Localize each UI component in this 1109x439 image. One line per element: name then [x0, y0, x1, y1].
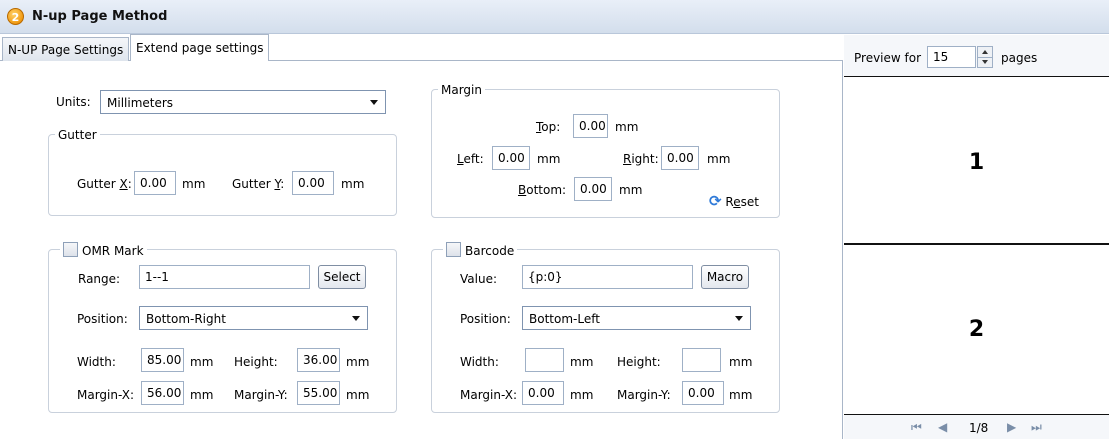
barcode-width-label: Width:	[460, 355, 499, 369]
page-indicator: 1/8	[969, 421, 989, 435]
refresh-icon: ⟳	[709, 192, 722, 210]
gutter-y-unit: mm	[341, 177, 365, 191]
omr-margin-x-label: Margin-X:	[77, 388, 134, 402]
preview-for-label: Preview for	[854, 51, 922, 65]
barcode-margin-x-input[interactable]: 0.00	[522, 381, 564, 405]
margin-top-input[interactable]: 0.00	[573, 114, 608, 138]
omr-mark-checkbox[interactable]	[63, 242, 78, 257]
chevron-down-icon	[370, 100, 378, 105]
barcode-position-label: Position:	[460, 312, 511, 326]
omr-margin-y-unit: mm	[346, 388, 370, 402]
omr-height-unit: mm	[346, 355, 370, 369]
margin-bottom-unit: mm	[619, 183, 643, 197]
omr-margin-x-input[interactable]: 56.00	[141, 381, 184, 405]
barcode-margin-y-unit: mm	[729, 388, 753, 402]
omr-width-input[interactable]: 85.00	[141, 348, 184, 372]
barcode-height-label: Height:	[617, 355, 661, 369]
margin-left-input[interactable]: 0.00	[492, 146, 530, 170]
reset-button[interactable]: ⟳ Reset	[709, 192, 759, 210]
first-page-icon[interactable]: ⏮	[911, 420, 922, 435]
barcode-title: Barcode	[443, 242, 518, 258]
chevron-down-icon	[735, 316, 743, 321]
barcode-margin-x-unit: mm	[570, 388, 594, 402]
margin-group-title: Margin	[438, 83, 485, 97]
window-title: N-up Page Method	[32, 9, 168, 24]
gutter-group-title: Gutter	[55, 128, 100, 142]
barcode-macro-button[interactable]: Macro	[701, 265, 749, 289]
omr-select-button[interactable]: Select	[318, 265, 366, 289]
omr-width-label: Width:	[77, 355, 116, 369]
spin-up-icon[interactable]	[982, 50, 988, 54]
omr-margin-x-unit: mm	[190, 388, 214, 402]
gutter-group	[48, 134, 397, 216]
stepper-divider	[978, 57, 992, 58]
margin-top-unit: mm	[615, 120, 639, 134]
barcode-margin-x-label: Margin-X:	[460, 388, 517, 402]
margin-right-label: Right:	[623, 152, 659, 166]
gutter-x-unit: mm	[182, 177, 206, 191]
barcode-margin-y-input[interactable]: 0.00	[682, 381, 724, 405]
margin-bottom-label: Bottom:	[518, 183, 567, 197]
omr-width-unit: mm	[190, 355, 214, 369]
omr-position-select[interactable]: Bottom-Right	[139, 306, 368, 330]
omr-range-input[interactable]: 1--1	[139, 265, 310, 289]
barcode-value-label: Value:	[460, 272, 497, 286]
barcode-height-input[interactable]	[682, 348, 721, 372]
previous-page-icon[interactable]: ◀	[938, 420, 947, 434]
barcode-position-value: Bottom-Left	[529, 312, 600, 326]
units-select[interactable]: Millimeters	[100, 90, 386, 114]
margin-top-label: Top:	[536, 120, 561, 134]
omr-range-label: Range:	[78, 272, 121, 286]
gutter-x-input[interactable]: 0.00	[134, 171, 176, 195]
barcode-width-unit: mm	[570, 355, 594, 369]
omr-margin-y-input[interactable]: 55.00	[297, 381, 340, 405]
omr-mark-title: OMR Mark	[60, 242, 147, 258]
barcode-value-input[interactable]: {p:0}	[522, 265, 693, 289]
gutter-y-input[interactable]: 0.00	[292, 171, 334, 195]
margin-right-unit: mm	[707, 152, 731, 166]
app-step-badge-icon: 2	[7, 8, 24, 25]
preview-pages-label: pages	[1001, 51, 1038, 65]
barcode-position-select[interactable]: Bottom-Left	[522, 306, 751, 330]
omr-position-value: Bottom-Right	[146, 312, 226, 326]
barcode-checkbox[interactable]	[446, 242, 461, 257]
units-select-value: Millimeters	[107, 96, 174, 110]
preview-count-stepper[interactable]	[977, 46, 993, 68]
omr-margin-y-label: Margin-Y:	[234, 388, 288, 402]
margin-bottom-input[interactable]: 0.00	[574, 177, 612, 201]
margin-right-input[interactable]: 0.00	[661, 146, 699, 170]
barcode-height-unit: mm	[729, 355, 753, 369]
margin-left-label: Left:	[457, 152, 484, 166]
gutter-x-label: Gutter X:	[77, 177, 132, 191]
gutter-y-label: Gutter Y:	[232, 177, 285, 191]
margin-left-unit: mm	[537, 152, 561, 166]
next-page-icon[interactable]: ▶	[1007, 420, 1016, 434]
spin-down-icon[interactable]	[982, 60, 988, 64]
preview-page-2: 2	[844, 245, 1109, 414]
tab-nup-page-settings[interactable]: N-UP Page Settings	[2, 37, 130, 61]
preview-page-1: 1	[844, 78, 1109, 243]
tab-extend-page-settings[interactable]: Extend page settings	[130, 34, 270, 61]
preview-count-input[interactable]: 15	[927, 46, 976, 68]
chevron-down-icon	[352, 316, 360, 321]
omr-position-label: Position:	[77, 312, 128, 326]
omr-height-input[interactable]: 36.00	[297, 348, 340, 372]
barcode-width-input[interactable]	[525, 348, 564, 372]
units-label: Units:	[56, 95, 91, 109]
last-page-icon[interactable]: ⏭	[1031, 420, 1042, 435]
barcode-margin-y-label: Margin-Y:	[617, 388, 671, 402]
omr-height-label: Height:	[234, 355, 278, 369]
